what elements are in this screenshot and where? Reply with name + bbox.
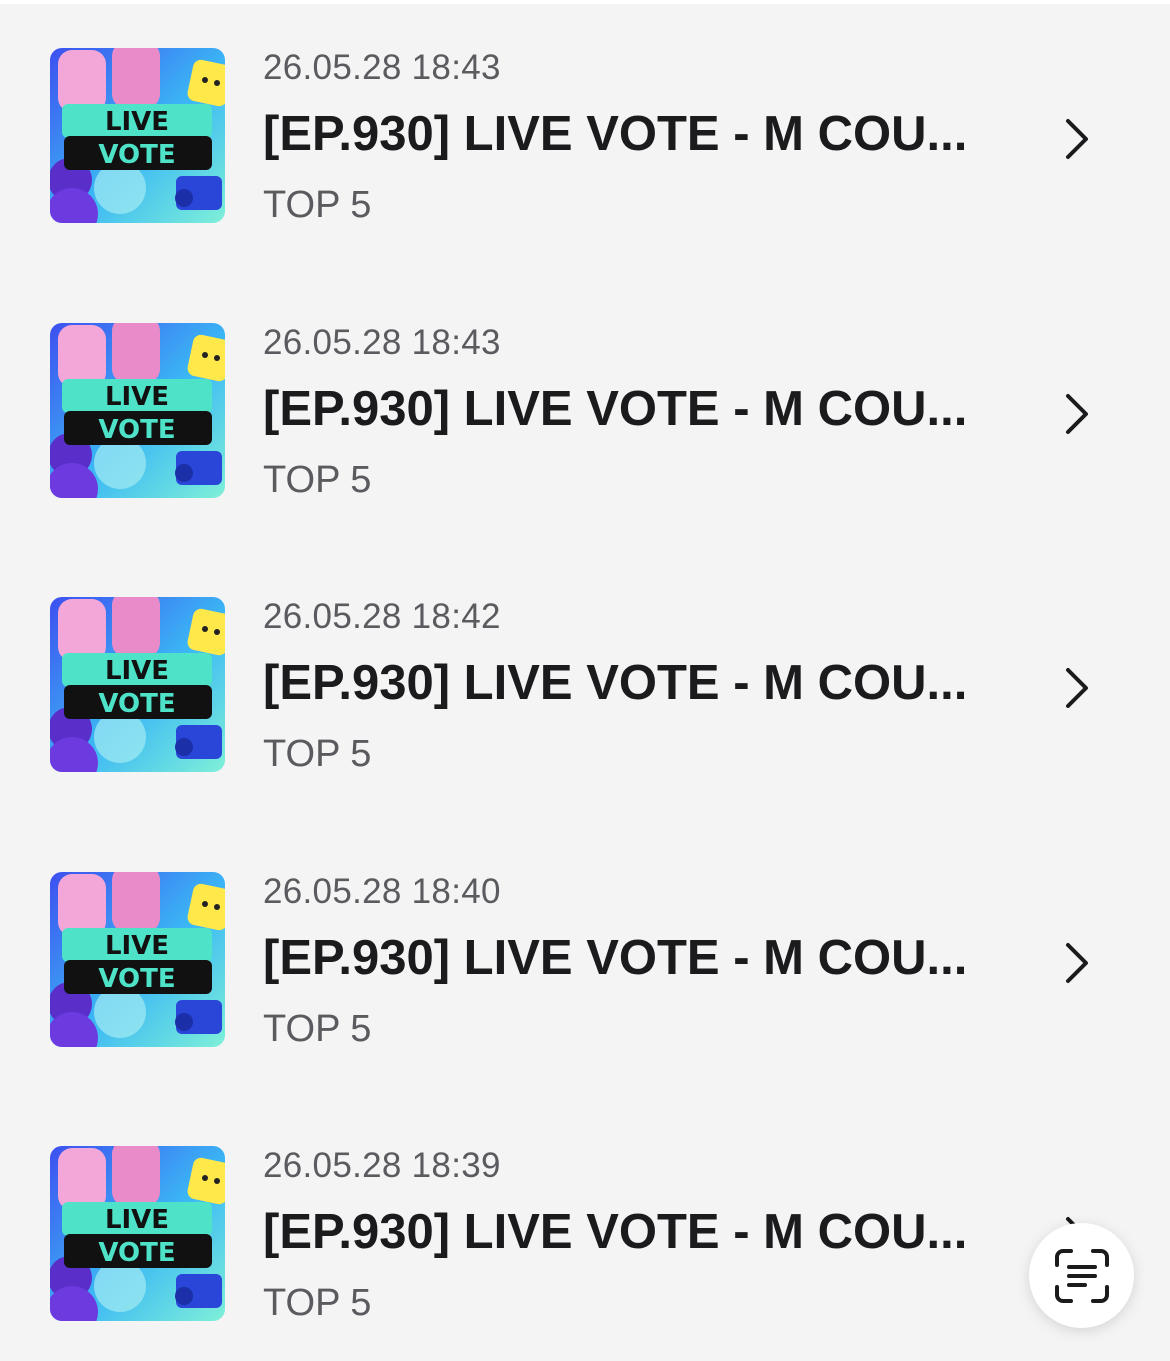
badge-live-text: LIVE xyxy=(105,931,169,961)
badge-live-text: LIVE xyxy=(105,1205,169,1235)
item-date: 26.05.28 18:42 xyxy=(263,597,501,636)
badge-live-text: LIVE xyxy=(105,382,169,412)
chevron-right-icon[interactable] xyxy=(1060,116,1094,162)
item-date: 26.05.28 18:43 xyxy=(263,48,501,87)
item-date: 26.05.28 18:39 xyxy=(263,1146,501,1185)
item-subtitle: TOP 5 xyxy=(263,733,372,775)
badge-vote-text: VOTE xyxy=(98,140,175,170)
chevron-right-icon[interactable] xyxy=(1060,391,1094,437)
text-scan-button[interactable] xyxy=(1029,1223,1134,1328)
item-subtitle: TOP 5 xyxy=(263,1008,372,1050)
item-date: 26.05.28 18:40 xyxy=(263,872,501,911)
badge-vote-text: VOTE xyxy=(98,964,175,994)
live-vote-thumbnail: LIVE VOTE xyxy=(50,872,225,1047)
list-item[interactable]: LIVE VOTE 26.05.28 18:43 [EP.930] LIVE V… xyxy=(0,4,1170,234)
item-subtitle: TOP 5 xyxy=(263,1282,372,1324)
item-title: [EP.930] LIVE VOTE - M COU... xyxy=(263,931,968,985)
item-subtitle: TOP 5 xyxy=(263,184,372,226)
item-subtitle: TOP 5 xyxy=(263,459,372,501)
chevron-right-icon[interactable] xyxy=(1060,940,1094,986)
chevron-right-icon[interactable] xyxy=(1060,665,1094,711)
badge-live-text: LIVE xyxy=(105,107,169,137)
list-item[interactable]: LIVE VOTE 26.05.28 18:39 [EP.930] LIVE V… xyxy=(0,1102,1170,1332)
item-title: [EP.930] LIVE VOTE - M COU... xyxy=(263,107,968,161)
badge-live-text: LIVE xyxy=(105,656,169,686)
item-title: [EP.930] LIVE VOTE - M COU... xyxy=(263,1205,968,1259)
list-item[interactable]: LIVE VOTE 26.05.28 18:40 [EP.930] LIVE V… xyxy=(0,828,1170,1058)
vote-list: LIVE VOTE 26.05.28 18:43 [EP.930] LIVE V… xyxy=(0,4,1170,1361)
item-title: [EP.930] LIVE VOTE - M COU... xyxy=(263,656,968,710)
live-vote-thumbnail: LIVE VOTE xyxy=(50,1146,225,1321)
list-item[interactable]: LIVE VOTE 26.05.28 18:43 [EP.930] LIVE V… xyxy=(0,279,1170,509)
badge-vote-text: VOTE xyxy=(98,415,175,445)
live-vote-thumbnail: LIVE VOTE xyxy=(50,323,225,498)
item-date: 26.05.28 18:43 xyxy=(263,323,501,362)
badge-vote-text: VOTE xyxy=(98,689,175,719)
vote-history-screen: LIVE VOTE 26.05.28 18:43 [EP.930] LIVE V… xyxy=(0,0,1170,1361)
list-item[interactable]: LIVE VOTE 26.05.28 18:42 [EP.930] LIVE V… xyxy=(0,553,1170,783)
badge-vote-text: VOTE xyxy=(98,1238,175,1268)
live-vote-thumbnail: LIVE VOTE xyxy=(50,48,225,223)
item-title: [EP.930] LIVE VOTE - M COU... xyxy=(263,382,968,436)
live-vote-thumbnail: LIVE VOTE xyxy=(50,597,225,772)
text-scan-icon xyxy=(1054,1248,1109,1303)
